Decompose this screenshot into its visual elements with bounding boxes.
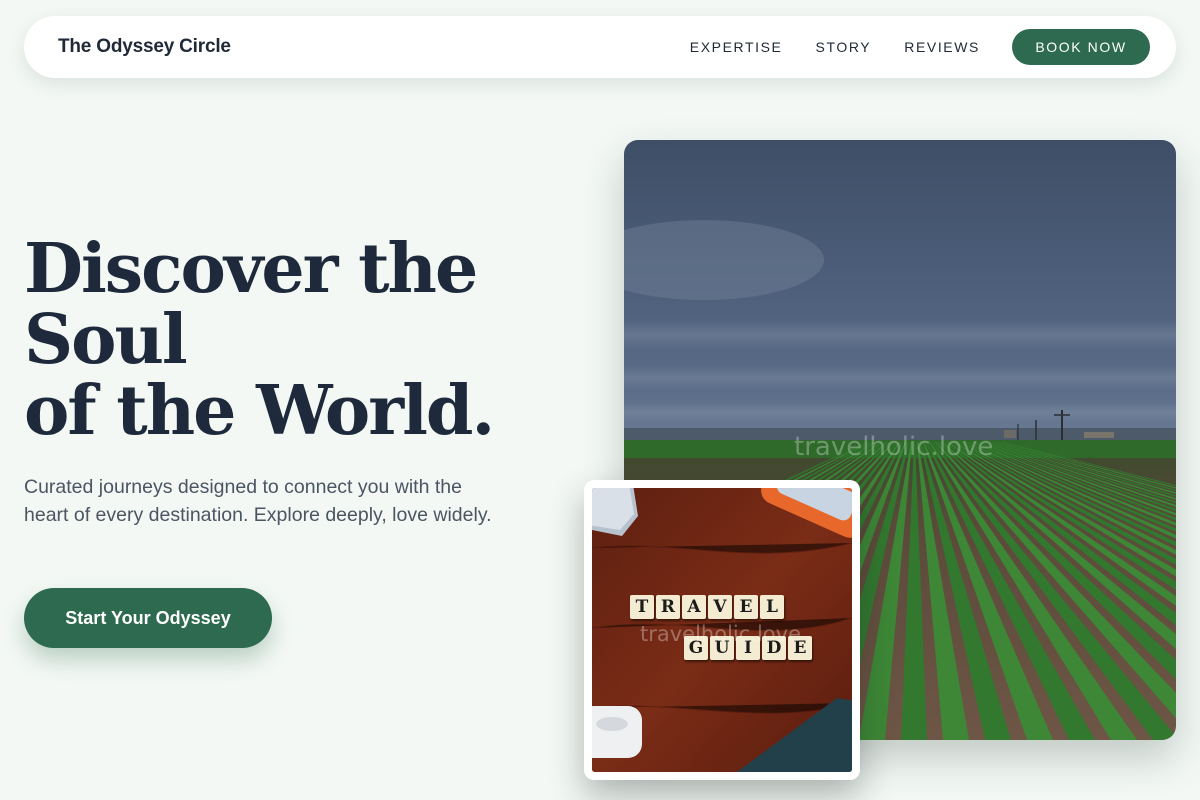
- headline-line-1: Discover the: [24, 229, 478, 309]
- travel-tile-4: V: [708, 595, 732, 619]
- nav-link-reviews[interactable]: REVIEWS: [904, 39, 980, 55]
- page: The Odyssey Circle EXPERTISE STORY REVIE…: [0, 0, 1200, 800]
- headline-line-2: Soul: [24, 300, 188, 380]
- travel-guide-image: TRAVELGUIDE travelholic.love: [592, 488, 852, 772]
- travel-tile-2: R: [656, 595, 680, 619]
- brand-logo[interactable]: The Odyssey Circle: [58, 36, 231, 58]
- inset-photo-card: TRAVELGUIDE travelholic.love: [584, 480, 860, 780]
- headline-line-3: of the World.: [24, 371, 495, 451]
- book-now-button[interactable]: BOOK NOW: [1012, 29, 1150, 65]
- start-odyssey-button[interactable]: Start Your Odyssey: [24, 588, 272, 648]
- inset-image-watermark: travelholic.love: [640, 622, 801, 646]
- top-navbar: The Odyssey Circle EXPERTISE STORY REVIE…: [24, 16, 1176, 78]
- hero-subtext: Curated journeys designed to connect you…: [24, 476, 492, 526]
- nav-links: EXPERTISE STORY REVIEWS BOOK NOW: [690, 29, 1150, 65]
- travel-tile-3: A: [682, 595, 706, 619]
- travel-tile-6: L: [760, 595, 784, 619]
- hero-headline: Discover the Soul of the World.: [24, 234, 544, 447]
- nav-link-expertise[interactable]: EXPERTISE: [690, 39, 783, 55]
- travel-tile-5: E: [734, 595, 758, 619]
- nav-link-story[interactable]: STORY: [816, 39, 872, 55]
- travel-tile-1: T: [630, 595, 654, 619]
- main-image-watermark: travelholic.love: [794, 432, 994, 462]
